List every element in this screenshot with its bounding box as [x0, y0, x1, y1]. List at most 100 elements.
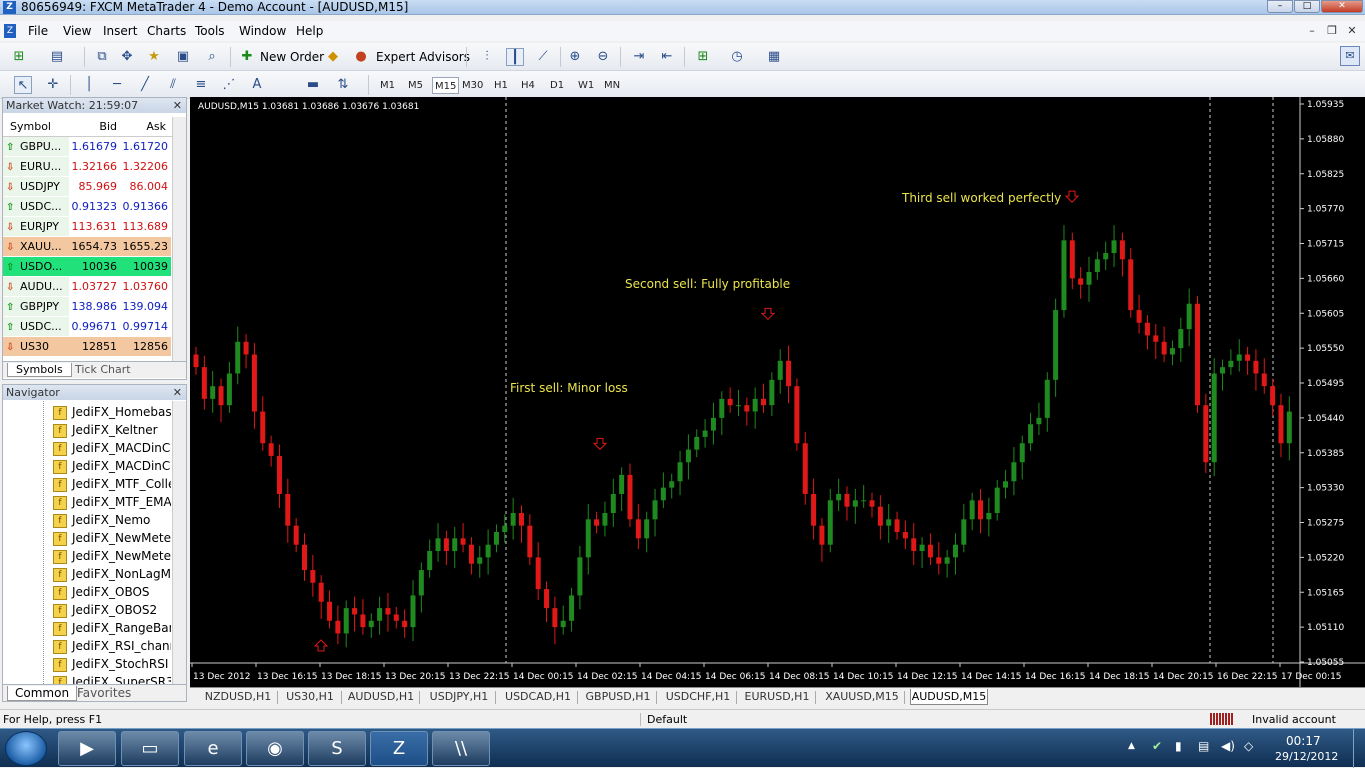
market-watch-row[interactable]: ⇩ USDJPY 85.969 86.004: [3, 177, 171, 197]
close-button[interactable]: ✕: [1321, 0, 1363, 13]
market-watch-row[interactable]: ⇧ USDC... 0.91323 0.91366: [3, 197, 171, 217]
maximize-button[interactable]: □: [1294, 0, 1320, 13]
navigator-item[interactable]: f JediFX_MACDinCo: [53, 439, 171, 457]
menu-tools[interactable]: Tools: [195, 24, 225, 38]
candlestick-icon[interactable]: ┃: [506, 48, 524, 66]
messages-icon[interactable]: ✉: [1340, 46, 1360, 66]
tab-favorites[interactable]: Favorites: [77, 686, 131, 700]
navigator-item[interactable]: f JediFX_SuperSR3: [53, 673, 171, 684]
data-window-icon[interactable]: ✥: [118, 48, 136, 66]
start-button[interactable]: [5, 731, 47, 766]
metatrader-icon[interactable]: Z: [370, 731, 428, 766]
timeframe-d1[interactable]: D1: [548, 77, 566, 94]
chart-tab[interactable]: XAUUSD,M15: [823, 689, 901, 705]
auto-scroll-icon[interactable]: ⇥: [630, 48, 648, 66]
expert-advisors-icon[interactable]: ●: [352, 48, 370, 66]
strategy-tester-icon[interactable]: ⌕: [203, 48, 221, 66]
mdi-minimize-button[interactable]: –: [1305, 24, 1319, 37]
chart-tab[interactable]: EURUSD,H1: [742, 689, 812, 705]
chart-tab[interactable]: USDCHF,H1: [663, 689, 733, 705]
menu-view[interactable]: View: [63, 24, 91, 38]
timeframe-w1[interactable]: W1: [576, 77, 596, 94]
zoom-in-icon[interactable]: ⊕: [566, 48, 584, 66]
label-tool-icon[interactable]: ▬: [304, 76, 322, 94]
tray-volume-icon[interactable]: ◀): [1221, 739, 1235, 753]
chart-tab[interactable]: US30,H1: [282, 689, 338, 705]
menu-file[interactable]: File: [28, 24, 48, 38]
tab-tick-chart[interactable]: Tick Chart: [75, 363, 131, 376]
navigator-item[interactable]: f JediFX_MACDinCo: [53, 457, 171, 475]
market-watch-row[interactable]: ⇧ GBPU... 1.61679 1.61720: [3, 137, 171, 157]
new-order-icon[interactable]: ✚: [238, 48, 256, 66]
text-tool-icon[interactable]: A: [248, 76, 266, 94]
fibo-fan-icon[interactable]: ⋰: [220, 76, 238, 94]
arrows-tool-icon[interactable]: ⇅: [334, 76, 352, 94]
navigator-item[interactable]: f JediFX_Homebase: [53, 403, 171, 421]
tab-symbols[interactable]: Symbols: [7, 363, 72, 377]
navigator-item[interactable]: f JediFX_Keltner: [53, 421, 158, 439]
navigator-item[interactable]: f JediFX_OBOS2: [53, 601, 157, 619]
timeframe-m5[interactable]: M5: [406, 77, 425, 94]
timeframe-m30[interactable]: M30: [460, 77, 485, 94]
navigator-item[interactable]: f JediFX_RangeBars: [53, 619, 171, 637]
templates-icon[interactable]: ▦: [765, 48, 783, 66]
timeframe-h1[interactable]: H1: [492, 77, 510, 94]
cursor-icon[interactable]: ↖: [14, 76, 32, 94]
timeframe-m15[interactable]: M15: [432, 77, 460, 94]
navigator-item[interactable]: f JediFX_MTF_Colle: [53, 475, 171, 493]
navigator-scrollbar[interactable]: [172, 401, 186, 684]
market-watch-row[interactable]: ⇩ AUDU... 1.03727 1.03760: [3, 277, 171, 297]
indicators-icon[interactable]: ⊞: [694, 48, 712, 66]
expert-advisors-button[interactable]: Expert Advisors: [376, 50, 470, 64]
price-chart[interactable]: 1.05935 1.05880 1.05825 1.05770 1.05715 1.056…: [190, 97, 1365, 687]
profiles-icon[interactable]: ▤: [48, 48, 66, 66]
vertical-line-icon[interactable]: │: [80, 76, 98, 94]
chart-tab[interactable]: USDCAD,H1: [502, 689, 574, 705]
terminal-icon[interactable]: ▣: [174, 48, 192, 66]
chart-tab[interactable]: GBPUSD,H1: [583, 689, 653, 705]
menu-help[interactable]: Help: [296, 24, 323, 38]
chart-tab[interactable]: USDJPY,H1: [426, 689, 492, 705]
market-watch-row[interactable]: ⇩ US30 12851 12856: [3, 337, 171, 357]
navigator-item[interactable]: f JediFX_Nemo: [53, 511, 150, 529]
chart-canvas[interactable]: 1.05935 1.05880 1.05825 1.05770 1.05715 1.056…: [190, 97, 1365, 687]
market-watch-row[interactable]: ⇧ USDC... 0.99671 0.99714: [3, 317, 171, 337]
col-bid[interactable]: Bid: [69, 117, 120, 136]
chart-shift-icon[interactable]: ⇤: [658, 48, 676, 66]
close-icon[interactable]: ✕: [173, 98, 182, 113]
tray-dropbox-icon[interactable]: ◇: [1244, 739, 1253, 753]
tray-expand-icon[interactable]: ▲: [1128, 741, 1135, 751]
sc-app-icon[interactable]: \\: [432, 731, 490, 766]
menu-insert[interactable]: Insert: [103, 24, 137, 38]
crosshair-icon[interactable]: ✛: [44, 76, 62, 94]
minimize-button[interactable]: –: [1267, 0, 1293, 13]
tray-time[interactable]: 00:17: [1286, 734, 1321, 748]
horizontal-line-icon[interactable]: ─: [108, 76, 126, 94]
tab-common[interactable]: Common: [7, 686, 78, 701]
chart-tab[interactable]: AUDUSD,M15: [910, 689, 988, 705]
market-watch-row[interactable]: ⇧ GBPJPY 138.986 139.094: [3, 297, 171, 317]
periods-icon[interactable]: ◷: [728, 48, 746, 66]
navigator-icon[interactable]: ★: [145, 48, 163, 66]
timeframe-h4[interactable]: H4: [519, 77, 537, 94]
col-symbol[interactable]: Symbol: [3, 117, 69, 136]
new-chart-icon[interactable]: ⊞: [10, 48, 28, 66]
market-watch-row[interactable]: ⇩ XAUU... 1654.73 1655.23: [3, 237, 171, 257]
market-watch-icon[interactable]: ⧉: [93, 48, 111, 66]
navigator-item[interactable]: f JediFX_StochRSI: [53, 655, 168, 673]
line-chart-icon[interactable]: ⟋: [534, 48, 552, 66]
navigator-item[interactable]: f JediFX_NonLagMA: [53, 565, 171, 583]
navigator-item[interactable]: f JediFX_NewMeter: [53, 529, 171, 547]
tray-date[interactable]: 29/12/2012: [1275, 750, 1338, 763]
skype-icon[interactable]: S: [308, 731, 366, 766]
navigator-item[interactable]: f JediFX_OBOS: [53, 583, 150, 601]
market-watch-scrollbar[interactable]: [172, 117, 186, 361]
mdi-close-button[interactable]: ✕: [1345, 24, 1359, 37]
navigator-item[interactable]: f JediFX_MTF_EMA: [53, 493, 171, 511]
tray-network-icon[interactable]: ▤: [1198, 739, 1209, 753]
navigator-item[interactable]: fJediFX_RSI_channe: [53, 637, 171, 655]
navigator-item[interactable]: f JediFX_NewMeter: [53, 547, 171, 565]
chrome-icon[interactable]: ◉: [246, 731, 304, 766]
timeframe-mn[interactable]: MN: [602, 77, 622, 94]
tray-device-icon[interactable]: ▮: [1175, 739, 1182, 753]
